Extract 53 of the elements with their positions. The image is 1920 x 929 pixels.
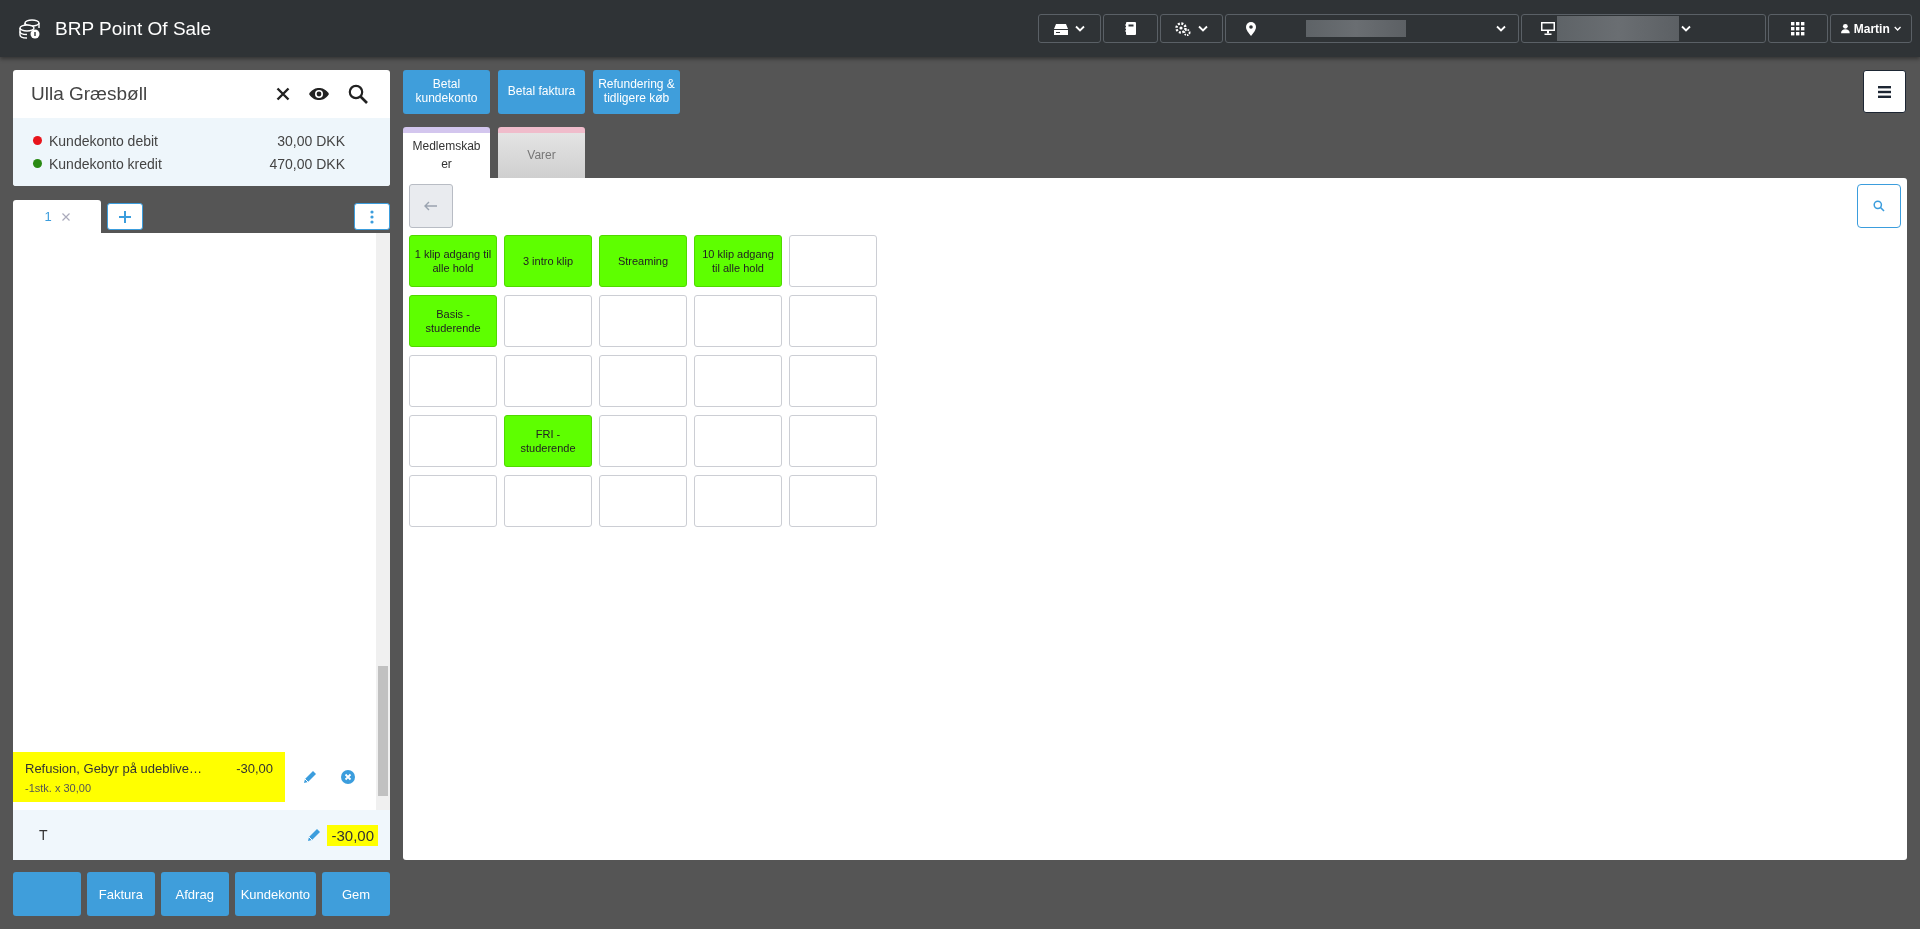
back-button[interactable] — [409, 184, 453, 228]
add-tab-button[interactable] — [107, 203, 143, 230]
eye-icon — [308, 87, 330, 101]
category-tab[interactable]: Medlemskaber — [403, 127, 490, 178]
product-tile[interactable]: Basis - studerende — [409, 295, 497, 347]
plus-icon — [119, 210, 131, 223]
view-button[interactable] — [306, 85, 332, 103]
account-amount: 470,00 DKK — [269, 155, 345, 172]
close-circle-icon — [341, 770, 355, 784]
app-title: BRP Point Of Sale — [55, 17, 211, 40]
apps-menu-button[interactable] — [1768, 14, 1828, 43]
user-icon — [1841, 22, 1850, 35]
customer-name: Ulla Græsbøll — [31, 83, 148, 105]
user-name: Martin — [1853, 21, 1890, 36]
product-tile[interactable]: 10 klip adgang til alle hold — [694, 235, 782, 287]
close-icon — [276, 87, 290, 101]
drawer-menu-button[interactable] — [1038, 14, 1101, 43]
line-item-amount: -30,00 — [236, 760, 273, 776]
product-tile[interactable]: 1 klip adgang til alle hold — [409, 235, 497, 287]
close-icon — [61, 212, 70, 221]
line-item-name: Refusion, Gebyr på udeblive… — [25, 760, 203, 776]
menu-button[interactable] — [1863, 70, 1906, 113]
coins-icon — [19, 18, 41, 39]
pencil-icon — [303, 770, 317, 784]
user-menu-button[interactable]: Martin — [1830, 14, 1912, 43]
pencil-icon — [307, 828, 322, 842]
more-icon — [370, 209, 374, 224]
location-pin-icon — [1246, 21, 1256, 36]
search-icon — [348, 84, 368, 104]
product-tile[interactable]: 3 intro klip — [504, 235, 592, 287]
more-options-button[interactable] — [354, 203, 390, 230]
account-label: Kundekonto kredit — [49, 155, 163, 172]
product-tile[interactable]: FRI - studerende — [504, 415, 592, 467]
back-arrow-icon — [424, 201, 438, 211]
tab-label: 1 — [44, 209, 52, 224]
menu-icon — [1878, 85, 1891, 98]
apps-grid-icon — [1791, 21, 1805, 36]
book-menu-button[interactable] — [1103, 14, 1158, 43]
monitor-icon — [1541, 22, 1555, 35]
account-amount: 30,00 DKK — [277, 132, 345, 149]
total-amount: -30,00 — [327, 824, 378, 846]
search-button[interactable] — [346, 82, 370, 106]
scrollbar[interactable] — [376, 233, 390, 810]
notebook-icon — [1125, 22, 1136, 35]
total-label: T — [39, 827, 48, 843]
close-button[interactable] — [274, 85, 292, 103]
line-item-quantity: -1stk. x 30,00 — [25, 781, 93, 794]
drawer-icon — [1054, 22, 1068, 35]
gears-icon — [1175, 21, 1191, 36]
account-label: Kundekonto debit — [49, 132, 159, 149]
settings-menu-button[interactable] — [1160, 14, 1223, 43]
product-tile[interactable]: Streaming — [599, 235, 687, 287]
search-icon — [1873, 200, 1885, 212]
